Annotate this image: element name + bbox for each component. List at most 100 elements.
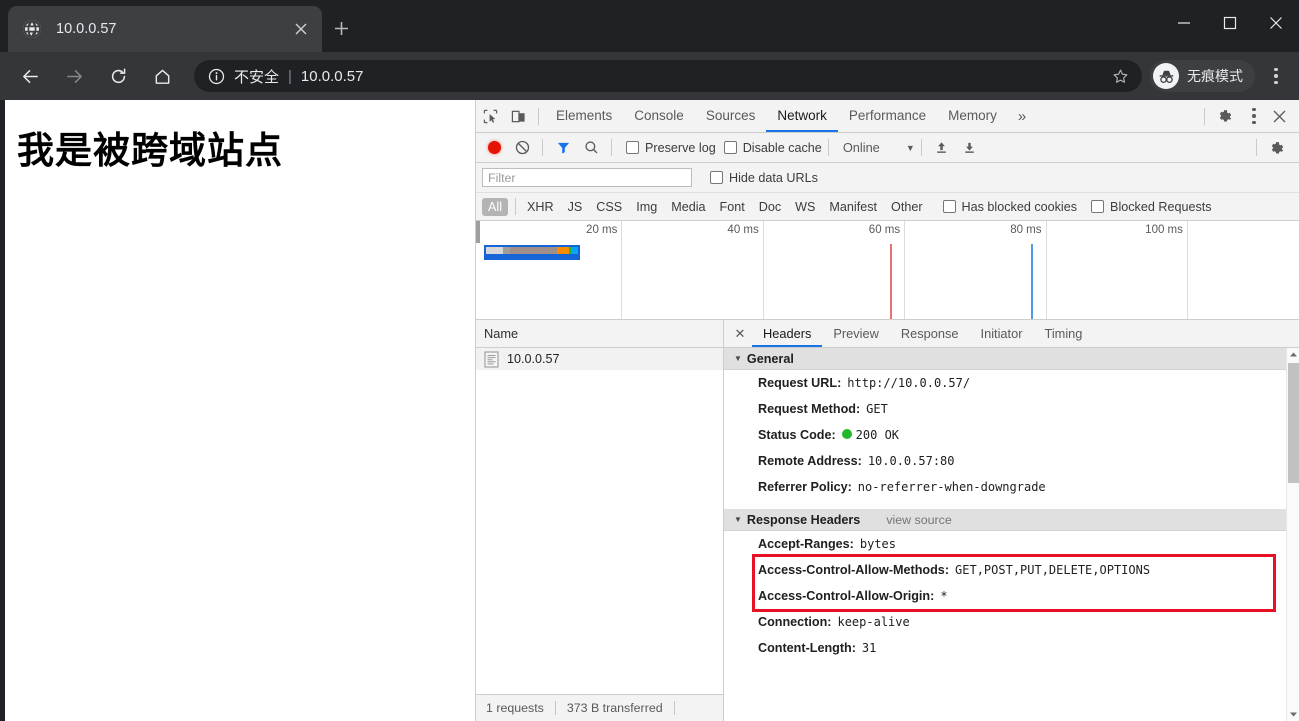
tab-memory[interactable]: Memory <box>937 100 1008 132</box>
funnel-filter-icon[interactable] <box>549 135 577 161</box>
header-value: no-referrer-when-downgrade <box>857 480 1046 494</box>
browser-tab[interactable]: 10.0.0.57 <box>8 6 322 52</box>
overview-tick <box>621 221 623 319</box>
type-filter-doc[interactable]: Doc <box>753 198 787 216</box>
back-arrow-icon[interactable] <box>13 59 47 93</box>
search-icon[interactable] <box>577 135 605 161</box>
overview-tick <box>1045 221 1047 319</box>
scroll-down-arrow-icon[interactable] <box>1287 708 1299 721</box>
scroll-up-arrow-icon[interactable] <box>1287 348 1299 361</box>
header-value: * <box>940 589 948 603</box>
detail-tab-headers[interactable]: Headers <box>752 320 822 347</box>
close-icon[interactable] <box>288 16 314 42</box>
blocked-requests-checkbox[interactable]: Blocked Requests <box>1091 200 1212 214</box>
type-filter-xhr[interactable]: XHR <box>521 198 560 216</box>
browser-toolbar: 不安全 | 10.0.0.57 无痕模式 <box>0 52 1299 100</box>
star-icon[interactable] <box>1106 62 1134 90</box>
has-blocked-cookies-checkbox[interactable]: Has blocked cookies <box>942 200 1077 214</box>
throttle-dropdown[interactable]: Online ▼ <box>843 140 915 155</box>
new-tab-button[interactable] <box>326 13 356 43</box>
three-dots-vertical-icon[interactable] <box>1261 59 1291 93</box>
filter-input[interactable] <box>482 168 692 187</box>
overview-segment-queueing <box>485 247 503 254</box>
url-text[interactable]: 10.0.0.57 <box>301 68 1106 85</box>
home-icon[interactable] <box>145 59 179 93</box>
view-source-link[interactable]: view source <box>886 513 951 527</box>
hide-data-urls-label: Hide data URLs <box>729 170 818 185</box>
detail-scrollbar[interactable] <box>1286 348 1299 721</box>
maximize-icon[interactable] <box>1207 0 1253 46</box>
load-event-marker <box>1031 244 1034 319</box>
reload-icon[interactable] <box>101 59 135 93</box>
download-arrow-icon[interactable] <box>956 135 984 161</box>
scrollbar-thumb[interactable] <box>1288 363 1299 483</box>
type-filter-all[interactable]: All <box>482 197 508 216</box>
blocked-requests-label: Blocked Requests <box>1110 199 1212 214</box>
detail-tab-timing[interactable]: Timing <box>1033 320 1093 347</box>
tab-elements[interactable]: Elements <box>545 100 623 132</box>
clear-no-entry-icon[interactable] <box>508 135 536 161</box>
devtools-close-icon[interactable] <box>1265 103 1293 129</box>
column-header-name[interactable]: Name <box>476 320 723 348</box>
upload-arrow-icon[interactable] <box>928 135 956 161</box>
window-close-icon[interactable] <box>1253 0 1299 46</box>
detail-close-icon[interactable]: ✕ <box>728 326 752 342</box>
more-panels-button[interactable]: » <box>1008 109 1036 124</box>
gear-icon[interactable] <box>1211 103 1239 129</box>
hide-data-urls-checkbox[interactable]: Hide data URLs <box>710 171 818 185</box>
divider <box>542 139 543 156</box>
header-row: Access-Control-Allow-Origin: * <box>724 583 1286 609</box>
forward-arrow-icon[interactable] <box>57 59 91 93</box>
tab-network[interactable]: Network <box>766 100 838 132</box>
tab-sources[interactable]: Sources <box>695 100 767 132</box>
headers-scroll-area: ▼ General Request URL: http://10.0.0.57/… <box>724 348 1286 721</box>
overview-segment-waiting-ttfb <box>509 247 557 254</box>
header-value: 10.0.0.57:80 <box>867 454 955 468</box>
tab-title: 10.0.0.57 <box>56 21 117 37</box>
network-overview-timeline[interactable]: 20 ms 40 ms 60 ms 80 ms 100 ms <box>476 221 1299 320</box>
type-filter-ws[interactable]: WS <box>789 198 821 216</box>
devtools-tab-bar: Elements Console Sources Network Perform… <box>476 100 1299 133</box>
header-key: Connection: <box>758 615 832 629</box>
minimize-icon[interactable] <box>1161 0 1207 46</box>
preserve-log-checkbox[interactable]: Preserve log <box>626 141 716 155</box>
record-circle-icon[interactable] <box>480 135 508 161</box>
network-toolbar: Preserve log Disable cache Online ▼ <box>476 133 1299 163</box>
section-response-headers-header[interactable]: ▼ Response Headers view source <box>724 509 1286 531</box>
tab-performance[interactable]: Performance <box>838 100 937 132</box>
table-row[interactable]: 10.0.0.57 <box>476 348 723 370</box>
disable-cache-checkbox[interactable]: Disable cache <box>723 141 822 155</box>
checkbox-box <box>942 200 956 213</box>
chevron-down-icon: ▼ <box>905 142 915 153</box>
incognito-hat-glasses-icon <box>1153 63 1179 89</box>
detail-tab-preview[interactable]: Preview <box>822 320 890 347</box>
request-detail: ✕ Headers Preview Response Initiator Tim… <box>724 320 1299 721</box>
info-circle-icon[interactable] <box>208 68 225 85</box>
header-value: http://10.0.0.57/ <box>847 376 971 390</box>
overview-segment-stalled <box>502 247 510 254</box>
header-key: Access-Control-Allow-Methods: <box>758 563 950 577</box>
device-toolbar-icon[interactable] <box>504 103 532 129</box>
inspect-element-icon[interactable] <box>476 103 504 129</box>
detail-tab-initiator[interactable]: Initiator <box>970 320 1034 347</box>
type-filter-css[interactable]: CSS <box>590 198 628 216</box>
incognito-indicator[interactable]: 无痕模式 <box>1150 60 1255 92</box>
overview-request-bar <box>483 245 581 256</box>
section-general-header[interactable]: ▼ General <box>724 348 1286 370</box>
type-filter-font[interactable]: Font <box>714 198 751 216</box>
overview-tick-label: 100 ms <box>1145 224 1183 236</box>
type-filter-media[interactable]: Media <box>665 198 711 216</box>
type-filter-other[interactable]: Other <box>885 198 929 216</box>
type-filter-img[interactable]: Img <box>630 198 663 216</box>
type-filter-js[interactable]: JS <box>562 198 589 216</box>
detail-tab-response[interactable]: Response <box>890 320 970 347</box>
tab-console[interactable]: Console <box>623 100 695 132</box>
overview-segment-receiving <box>571 247 579 254</box>
overview-tick <box>1186 221 1188 319</box>
divider <box>611 139 612 156</box>
devtools-panel: Elements Console Sources Network Perform… <box>475 100 1299 721</box>
type-filter-manifest[interactable]: Manifest <box>823 198 883 216</box>
devtools-menu-icon[interactable] <box>1243 103 1265 129</box>
address-bar[interactable]: 不安全 | 10.0.0.57 <box>194 60 1142 92</box>
network-settings-gear-icon[interactable] <box>1263 135 1291 161</box>
